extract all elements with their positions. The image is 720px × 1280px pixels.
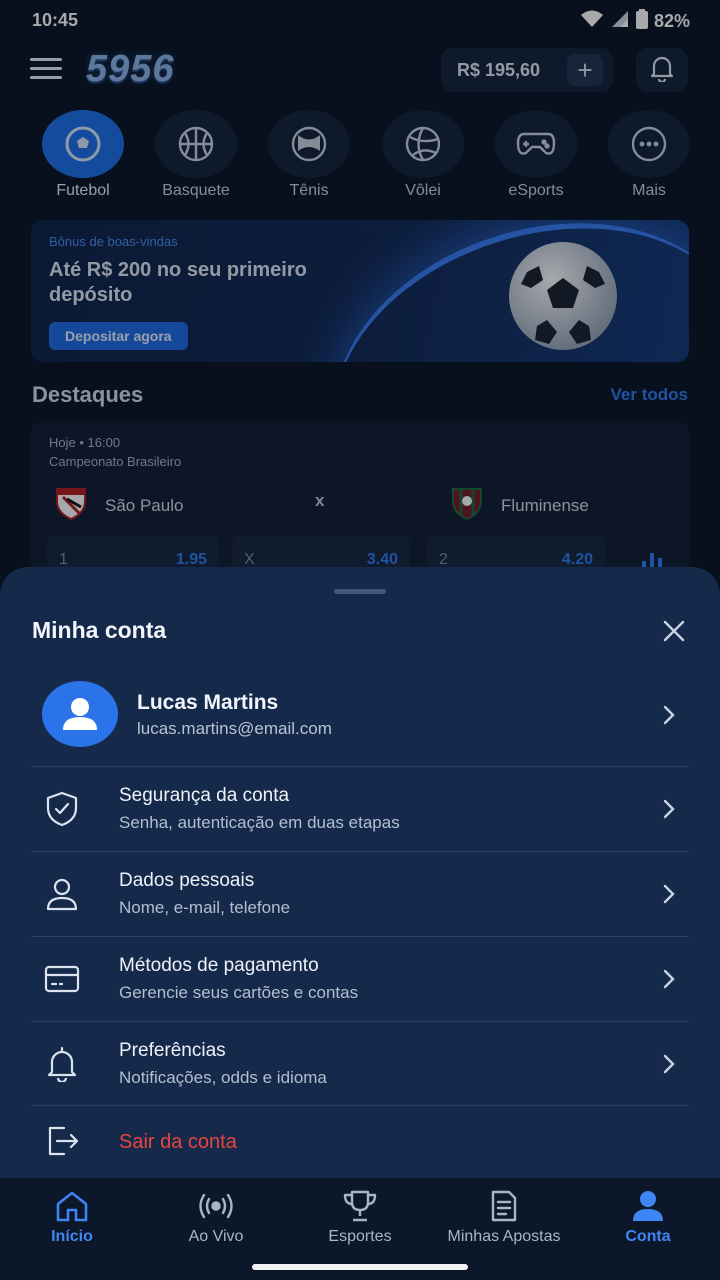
profile-name: Lucas Martins [137,691,279,714]
nav-conta[interactable]: Conta [576,1190,720,1246]
menu-item-title: Segurança da conta [119,785,290,806]
nav-minhas-apostas[interactable]: Minhas Apostas [432,1190,576,1246]
chevron-right-icon [662,884,676,904]
menu-item-personal-data[interactable]: Dados pessoais Nome, e-mail, telefone [0,852,720,936]
ticket-icon [432,1190,576,1222]
menu-item-subtitle: Senha, autenticação em duas etapas [119,813,400,832]
profile-email: lucas.martins@email.com [137,719,332,738]
nav-label: Minhas Apostas [447,1228,561,1245]
menu-item-title: Preferências [119,1040,226,1061]
sheet-title: Minha conta [32,617,167,643]
sheet-drag-handle[interactable] [334,589,386,594]
logout-button[interactable]: Sair da conta [0,1105,720,1175]
nav-esportes[interactable]: Esportes [288,1190,432,1246]
chevron-right-icon [662,799,676,819]
avatar [42,681,118,747]
home-indicator[interactable] [252,1264,468,1270]
nav-inicio[interactable]: Início [0,1190,144,1246]
chevron-right-icon [662,969,676,989]
account-icon [576,1190,720,1222]
nav-label: Conta [625,1228,671,1245]
bell-icon [42,1044,82,1084]
menu-item-title: Dados pessoais [119,870,255,891]
nav-label: Ao Vivo [188,1228,244,1245]
chevron-right-icon [662,705,676,725]
menu-item-title: Métodos de pagamento [119,955,319,976]
menu-item-subtitle: Notificações, odds e idioma [119,1068,327,1087]
trophy-icon [288,1190,432,1222]
close-icon[interactable] [662,619,686,643]
logout-label: Sair da conta [119,1131,237,1153]
home-icon [0,1190,144,1222]
credit-card-icon [42,959,82,999]
live-broadcast-icon [144,1190,288,1222]
profile-row[interactable]: Lucas Martins lucas.martins@email.com [0,675,720,765]
menu-item-preferences[interactable]: Preferências Notificações, odds e idioma [0,1022,720,1106]
account-bottom-sheet: Minha conta Lucas Martins lucas.martins@… [0,567,720,1180]
logout-icon [42,1121,82,1161]
menu-item-payment-methods[interactable]: Métodos de pagamento Gerencie seus cartõ… [0,937,720,1021]
menu-item-subtitle: Gerencie seus cartões e contas [119,983,359,1002]
nav-ao-vivo[interactable]: Ao Vivo [144,1190,288,1246]
nav-label: Esportes [328,1228,392,1245]
menu-item-subtitle: Nome, e-mail, telefone [119,898,291,917]
chevron-right-icon [662,1054,676,1074]
nav-label: Início [51,1228,93,1245]
shield-icon [42,789,82,829]
menu-item-security[interactable]: Segurança da conta Senha, autenticação e… [0,767,720,851]
user-icon [42,874,82,914]
